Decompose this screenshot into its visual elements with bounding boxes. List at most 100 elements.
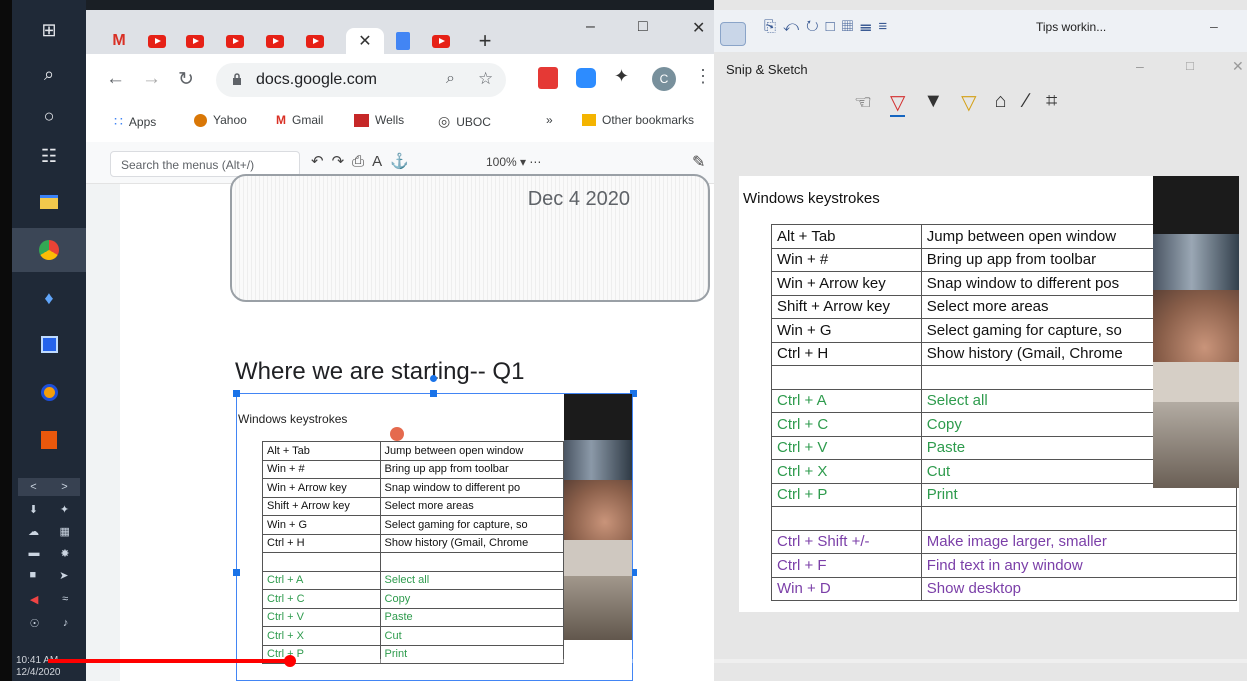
app-orange-icon[interactable] — [12, 418, 86, 462]
chevron-right-icon[interactable]: > — [61, 481, 67, 493]
tab-google-docs[interactable] — [388, 28, 418, 54]
bluetooth-icon[interactable]: ✸ — [60, 547, 69, 560]
bookmark-yahoo[interactable]: Yahoo — [194, 113, 247, 127]
bookmark-other[interactable]: Other bookmarks — [582, 113, 694, 127]
search-icon[interactable]: ⌕ — [12, 52, 86, 96]
rotate-handle[interactable] — [430, 375, 437, 382]
office-icon[interactable] — [720, 22, 746, 46]
bookmark-apps[interactable]: ∷ Apps — [114, 113, 156, 130]
pencil-icon[interactable]: ✎ — [692, 152, 705, 172]
cloud-icon[interactable]: ☁ — [28, 525, 39, 538]
paint-format-icon[interactable]: ⚓ — [390, 153, 417, 170]
ruler-icon[interactable]: ∕ — [1025, 90, 1028, 117]
usb-icon[interactable]: ⬇ — [29, 503, 38, 516]
extension-calendar-icon[interactable] — [538, 67, 558, 89]
undo-icon[interactable]: ↶ — [311, 153, 332, 170]
reload-icon[interactable]: ↻ — [178, 68, 194, 91]
resize-handle[interactable] — [233, 390, 240, 397]
back-arrow-icon[interactable]: ← — [106, 68, 125, 90]
snip-close-icon[interactable]: ✕ — [1232, 58, 1244, 75]
shortcut-cell: Win + G — [262, 515, 381, 535]
app-tray-icon[interactable]: ■ — [30, 569, 37, 581]
header-image[interactable]: Dec 4 2020 — [230, 174, 710, 302]
volume-icon[interactable]: ♪ — [63, 617, 69, 629]
back-icon[interactable]: ◀ — [30, 593, 38, 606]
docs-toolbar-icons: ↶↷⎙A⚓ — [311, 152, 417, 170]
location-icon[interactable]: ☉ — [30, 617, 40, 630]
table-row: Win + Arrow key Snap window to different … — [262, 478, 565, 498]
shortcut-cell: Ctrl + P — [771, 482, 922, 507]
touch-writing-icon[interactable]: ☜ — [854, 90, 872, 117]
ballpoint-pen-icon[interactable]: ▽ — [889, 90, 906, 117]
tab-active[interactable]: ✕ — [346, 28, 384, 54]
app-blue-icon[interactable]: ♦ — [12, 276, 86, 320]
eraser-icon[interactable]: ⌂ — [995, 90, 1007, 117]
bookmark-gmail[interactable]: M Gmail — [276, 113, 323, 127]
arrow-icon[interactable]: ➤ — [59, 569, 68, 582]
section-heading: Where we are starting-- Q1 — [235, 358, 525, 385]
tab-youtube-3[interactable] — [220, 28, 250, 54]
close-tab-icon[interactable]: ✕ — [358, 31, 371, 51]
tray-row-3: ▬ ✸ — [18, 544, 80, 562]
windows-start-icon[interactable]: ⊞ — [12, 8, 86, 52]
url-text: docs.google.com — [256, 71, 377, 88]
redo-icon[interactable]: ↷ — [332, 153, 353, 170]
snip-canvas[interactable]: Windows keystrokes Alt + Tab Jump between… — [739, 176, 1239, 612]
windows-taskbar: ⊞ ⌕ ○ ☷ ♦ < > ⬇ ✦ ☁ ▦ ▬ ✸ ■ ➤ ◀ ≈ ☉ ♪ 10:41 AM … — [12, 0, 86, 681]
puzzle-icon[interactable]: ✦ — [614, 66, 629, 87]
minimize-icon[interactable]: – — [586, 18, 595, 36]
chevron-left-icon[interactable]: < — [30, 481, 36, 493]
table-row: Ctrl + F Find text in any window — [771, 553, 1238, 578]
snip-maximize-icon[interactable]: □ — [1186, 58, 1194, 73]
bookmark-wells[interactable]: Wells — [354, 113, 404, 127]
quick-access-icons[interactable]: ⎘↶↻□▦☰≡ — [764, 18, 894, 35]
tab-youtube-2[interactable] — [180, 28, 210, 54]
notes-icon[interactable] — [12, 322, 86, 366]
file-explorer-icon[interactable] — [12, 180, 86, 224]
tab-gmail[interactable]: M — [104, 28, 134, 54]
chat-icon[interactable]: ▬ — [28, 547, 39, 559]
gmail-icon: M — [112, 32, 126, 49]
wifi-icon[interactable]: ≈ — [62, 593, 68, 605]
tab-youtube-6[interactable] — [426, 28, 456, 54]
new-tab-button[interactable]: + — [470, 28, 500, 54]
table-row: Win + # Bring up app from toolbar — [262, 459, 565, 479]
clock-date: 12/4/2020 — [16, 667, 61, 678]
taskbar-scroll[interactable]: < > — [18, 478, 80, 496]
zoom-meeting-icon[interactable] — [576, 68, 596, 88]
shield-icon[interactable]: ✦ — [60, 503, 69, 516]
grid-icon[interactable]: ▦ — [59, 525, 69, 538]
tab-youtube-1[interactable] — [142, 28, 172, 54]
cortana-icon[interactable]: ○ — [12, 94, 86, 138]
keystrokes-table-embedded: Alt + Tab Jump between open window Win + #… — [262, 441, 565, 664]
zoom-icon[interactable]: ⌕ — [446, 70, 455, 88]
zoom-select[interactable]: 100% ▾ ⋯ — [486, 155, 541, 169]
youtube-icon — [266, 34, 284, 48]
maximize-icon[interactable]: □ — [638, 18, 648, 36]
highlighter-icon[interactable]: ▽ — [961, 90, 976, 117]
task-view-icon[interactable]: ☷ — [12, 134, 86, 178]
resize-handle[interactable] — [430, 390, 437, 397]
close-window-icon[interactable]: ✕ — [692, 18, 705, 38]
tab-youtube-5[interactable] — [300, 28, 330, 54]
avatar[interactable]: C — [652, 67, 676, 91]
snip-minimize-icon[interactable]: – — [1136, 58, 1144, 74]
bookmark-uboc[interactable]: ◎ UBOC — [438, 113, 491, 130]
youtube-icon — [226, 34, 244, 48]
chrome-icon[interactable] — [12, 228, 86, 272]
print-icon[interactable]: ⎙ — [352, 153, 372, 170]
menu-dots-icon[interactable]: ⋮ — [694, 66, 712, 87]
bookmarks-overflow[interactable]: » — [546, 113, 553, 127]
resize-handle[interactable] — [233, 569, 240, 576]
star-icon[interactable]: ☆ — [478, 69, 493, 89]
crop-icon[interactable]: ⌗ — [1046, 90, 1057, 117]
pencil-icon[interactable]: ▼ — [923, 90, 943, 117]
headphones-icon[interactable] — [12, 370, 86, 414]
minimize-icon[interactable]: – — [1210, 18, 1218, 34]
omnibox[interactable]: docs.google.com ⌕ ☆ — [216, 63, 506, 97]
tab-youtube-4[interactable] — [260, 28, 290, 54]
description-cell: Bring up app from toolbar — [379, 459, 565, 479]
forward-arrow-icon[interactable]: → — [142, 68, 161, 90]
spellcheck-icon[interactable]: A — [372, 153, 390, 170]
move-cursor-icon — [390, 427, 404, 441]
